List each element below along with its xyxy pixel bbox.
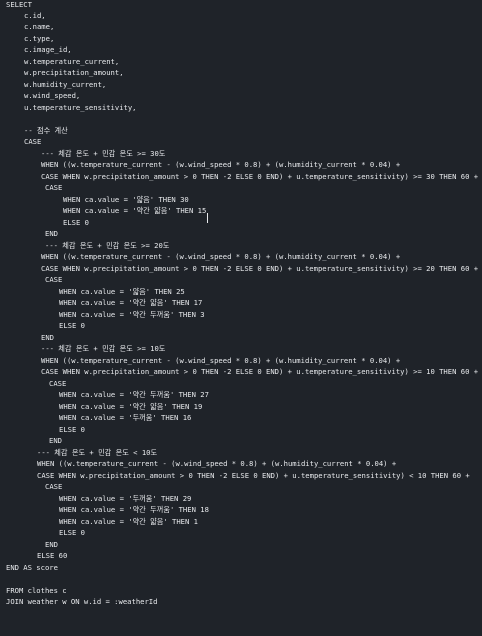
- sql-code-editor[interactable]: SELECT c.id, c.name, c.type, c.image_id,…: [0, 0, 482, 636]
- code-line: ELSE 0: [63, 218, 89, 227]
- code-line: SELECT: [6, 0, 32, 9]
- code-comment: --- 체감 온도 + 민감 온도 >= 10도: [41, 344, 166, 353]
- code-line: WHEN ca.value = '두꺼움' THEN 29: [59, 494, 192, 503]
- code-comment: --- 체감 온도 + 민감 온도 >= 30도: [41, 149, 166, 158]
- code-line: w.precipitation_amount,: [24, 68, 124, 77]
- code-line: WHEN ca.value = '얇음' THEN 30: [63, 195, 189, 204]
- code-line: CASE WHEN w.precipitation_amount > 0 THE…: [41, 172, 479, 181]
- code-line: w.humidity_current,: [24, 80, 107, 89]
- code-line: CASE: [24, 137, 42, 146]
- code-line: w.temperature_current,: [24, 57, 120, 66]
- code-line: WHEN ca.value = '약간 얇음' THEN 15: [63, 206, 207, 215]
- code-line: JOIN weather w ON w.id = :weatherId: [6, 597, 158, 606]
- code-line: w.wind_speed,: [24, 91, 81, 100]
- code-line: c.id,: [24, 11, 46, 20]
- code-line: END: [45, 540, 58, 549]
- code-line: WHEN ca.value = '약간 얇음' THEN 1: [59, 517, 198, 526]
- code-line: ELSE 0: [59, 321, 85, 330]
- code-line: END: [45, 229, 58, 238]
- code-line: WHEN ca.value = '약간 두꺼움' THEN 18: [59, 505, 209, 514]
- code-line: END AS score: [6, 563, 58, 572]
- code-line: ELSE 0: [59, 528, 85, 537]
- code-line: c.image_id,: [24, 45, 72, 54]
- code-line: CASE: [49, 379, 67, 388]
- code-line: FROM clothes c: [6, 586, 67, 595]
- code-line: WHEN ((w.temperature_current - (w.wind_s…: [37, 459, 397, 468]
- code-line: ELSE 60: [37, 551, 68, 560]
- code-line: WHEN ((w.temperature_current - (w.wind_s…: [41, 252, 401, 261]
- code-comment: --- 체감 온도 + 민감 온도 >= 20도: [45, 241, 170, 250]
- code-line: WHEN ca.value = '두꺼움' THEN 16: [59, 413, 192, 422]
- code-line: WHEN ca.value = '약간 두꺼움' THEN 27: [59, 390, 209, 399]
- code-line: WHEN ca.value = '약간 두꺼움' THEN 3: [59, 310, 205, 319]
- code-line: CASE: [45, 482, 63, 491]
- code-line: END: [49, 436, 62, 445]
- code-line: c.name,: [24, 22, 55, 31]
- code-line: u.temperature_sensitivity,: [24, 103, 137, 112]
- code-line: ELSE 0: [59, 425, 85, 434]
- code-line: CASE: [45, 183, 63, 192]
- code-line: WHEN ((w.temperature_current - (w.wind_s…: [41, 160, 401, 169]
- code-comment: --- 체감 온도 + 민감 온도 < 10도: [37, 448, 158, 457]
- code-line: c.type,: [24, 34, 55, 43]
- code-line: CASE WHEN w.precipitation_amount > 0 THE…: [41, 367, 479, 376]
- text-cursor: [207, 213, 208, 223]
- code-line: END: [41, 333, 54, 342]
- code-line: WHEN ca.value = '약간 얇음' THEN 19: [59, 402, 203, 411]
- code-line: CASE WHEN w.precipitation_amount > 0 THE…: [41, 264, 479, 273]
- code-line: CASE: [45, 275, 63, 284]
- code-comment: -- 점수 계산: [24, 126, 68, 135]
- code-line: WHEN ca.value = '약간 얇음' THEN 17: [59, 298, 203, 307]
- code-line: CASE WHEN w.precipitation_amount > 0 THE…: [37, 471, 470, 480]
- code-line: WHEN ca.value = '얇음' THEN 25: [59, 287, 185, 296]
- code-line: WHEN ((w.temperature_current - (w.wind_s…: [41, 356, 401, 365]
